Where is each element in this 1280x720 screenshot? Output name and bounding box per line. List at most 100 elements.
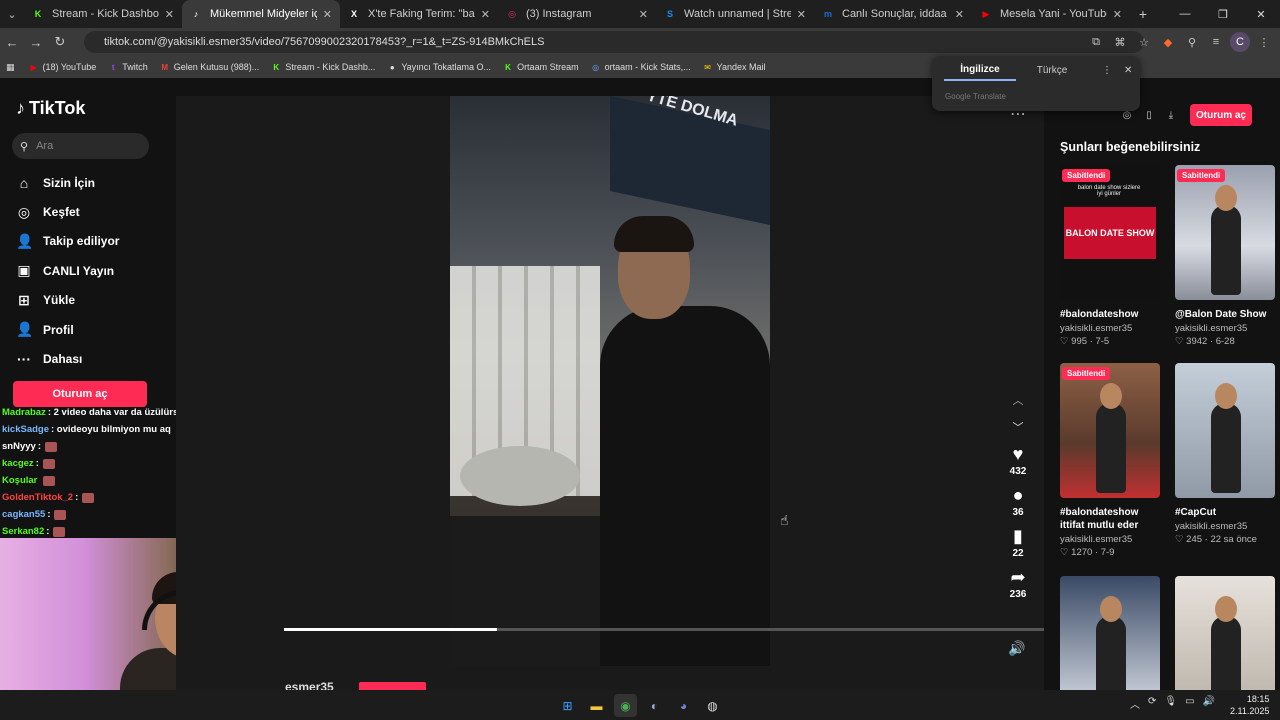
- speaker-icon[interactable]: 🔊: [1203, 696, 1215, 711]
- card-author[interactable]: yakisikli.esmer35: [1175, 521, 1275, 532]
- new-tab-button[interactable]: +: [1130, 6, 1156, 22]
- bookmark-item[interactable]: ▶ (18) YouTube: [29, 62, 96, 72]
- maximize-icon[interactable]: ❐: [1204, 0, 1242, 28]
- browser-tab[interactable]: X X'te Faking Terim: "baba dans e ✕: [340, 0, 498, 28]
- translate-icon[interactable]: ⌘: [1110, 32, 1130, 52]
- translate-tab-turkish[interactable]: Türkçe: [1016, 65, 1088, 76]
- thumbnail-head: [1215, 596, 1237, 622]
- browser-tab[interactable]: ◎ (3) Instagram ✕: [498, 0, 656, 28]
- nav-live[interactable]: ▣ CANLI Yayın: [16, 256, 119, 285]
- follow-button[interactable]: [359, 682, 426, 690]
- tab-close-icon[interactable]: ✕: [797, 8, 806, 21]
- video-thumbnail[interactable]: Sabitlendi: [1060, 363, 1160, 498]
- previous-video-icon[interactable]: ︿: [996, 386, 1040, 413]
- tiktok-logo[interactable]: ♪ TikTok: [16, 98, 85, 119]
- forward-icon[interactable]: →: [24, 35, 48, 50]
- reload-icon[interactable]: ↻: [48, 34, 72, 50]
- tab-search-chevron-icon[interactable]: ⌄: [0, 0, 24, 28]
- tab-favicon-icon: m: [823, 9, 832, 19]
- url-field[interactable]: tiktok.com/@yakisikli.esmer35/video/7567…: [84, 31, 1144, 53]
- nav-explore[interactable]: ◎ Keşfet: [16, 197, 119, 226]
- browser-tab[interactable]: K Stream - Kick Dashboard ✕: [24, 0, 182, 28]
- tab-close-icon[interactable]: ✕: [323, 8, 332, 21]
- nav-profile[interactable]: 👤 Profil: [16, 315, 119, 344]
- minimize-icon[interactable]: —: [1166, 0, 1204, 28]
- card-author[interactable]: yakisikli.esmer35: [1060, 323, 1160, 334]
- bookmark-favicon-icon: ✉: [704, 62, 711, 72]
- back-icon[interactable]: ←: [0, 35, 24, 50]
- recommended-video-card[interactable]: Sabitlendi @Balon Date Show yakisikli.esme…: [1175, 165, 1275, 347]
- browser-tab[interactable]: m Canlı Sonuçlar, iddaa sonuçları ✕: [814, 0, 972, 28]
- tab-close-icon[interactable]: ✕: [165, 8, 174, 21]
- video-player[interactable]: YTE DOLMA ⋯ ︿ ﹀ ♥ 432 ● 36 ▮ 22 ➦ 236 🔊 …: [176, 96, 1044, 694]
- card-meta: ♡ 1270 · 7-9: [1060, 547, 1115, 558]
- browser-menu-icon[interactable]: ⋮: [1254, 32, 1274, 52]
- nav-more[interactable]: ··· Dahası: [16, 344, 119, 373]
- tab-close-icon[interactable]: ✕: [955, 8, 964, 21]
- login-button-top[interactable]: Oturum aç: [1190, 104, 1252, 126]
- tab-close-icon[interactable]: ✕: [481, 8, 490, 21]
- chat-username: kacgez: [2, 458, 34, 469]
- card-author[interactable]: yakisikli.esmer35: [1060, 534, 1160, 545]
- nav-for-you[interactable]: ⌂ Sizin İçin: [16, 168, 119, 197]
- chrome-icon[interactable]: ◉: [614, 694, 637, 717]
- reading-list-icon[interactable]: ≡: [1206, 32, 1226, 52]
- start-icon[interactable]: ⊞: [556, 694, 579, 717]
- bookmark-item[interactable]: t Twitch: [108, 62, 148, 72]
- browser-tab[interactable]: ▶ Mesela Yani - YouTube ✕: [972, 0, 1130, 28]
- tab-close-icon[interactable]: ✕: [639, 8, 648, 21]
- recommended-video-card[interactable]: Sabitlendi #balondateshow ittifat mutlu e…: [1060, 363, 1160, 558]
- video-frame[interactable]: YTE DOLMA: [450, 96, 770, 666]
- tray-chevron-icon[interactable]: ︿: [1130, 696, 1140, 711]
- search-input[interactable]: ⚲ Ara: [12, 133, 149, 159]
- obs-icon[interactable]: ◍: [701, 694, 724, 717]
- steam-icon[interactable]: ◐: [643, 694, 666, 717]
- video-thumbnail[interactable]: [1175, 363, 1275, 498]
- next-video-icon[interactable]: ﹀: [996, 413, 1040, 440]
- tray-sync-icon[interactable]: ⟳: [1148, 696, 1156, 711]
- translate-more-icon[interactable]: ⋮: [1102, 65, 1112, 76]
- tab-label: X'te Faking Terim: "baba dans e: [368, 8, 475, 20]
- coins-icon[interactable]: ◎: [1120, 110, 1134, 121]
- extensions-puzzle-icon[interactable]: ⚲: [1182, 32, 1202, 52]
- video-thumbnail[interactable]: Sabitlendi: [1175, 165, 1275, 300]
- video-progress-bar[interactable]: [284, 628, 1044, 631]
- phone-icon[interactable]: ▯: [1142, 110, 1156, 121]
- share-action[interactable]: ➦ 236: [996, 567, 1040, 600]
- profile-avatar[interactable]: C: [1230, 32, 1250, 52]
- browser-tab[interactable]: S Watch unnamed | Streamable ✕: [656, 0, 814, 28]
- display-icon[interactable]: ▭: [1185, 696, 1194, 711]
- close-window-icon[interactable]: ✕: [1242, 0, 1280, 28]
- bookmark-item[interactable]: ● Yayıncı Tokatlama O...: [387, 62, 491, 72]
- translate-tab-english[interactable]: İngilizce: [944, 64, 1016, 81]
- cast-icon[interactable]: ⧉: [1086, 32, 1106, 52]
- tab-close-icon[interactable]: ✕: [1113, 8, 1122, 21]
- nav-following[interactable]: 👤 Takip ediliyor: [16, 227, 119, 256]
- download-icon[interactable]: ⤓: [1164, 110, 1178, 121]
- bookmark-item[interactable]: ◎ ortaam - Kick Stats,...: [591, 62, 691, 72]
- file-explorer-icon[interactable]: ▬: [585, 694, 608, 717]
- recommended-video-card[interactable]: balon date show sizlere iyi günler BALON …: [1060, 165, 1160, 347]
- extension-icon[interactable]: ◆: [1158, 32, 1178, 52]
- comment-action[interactable]: ● 36: [996, 485, 1040, 518]
- volume-icon[interactable]: 🔊: [1008, 640, 1025, 657]
- save-action[interactable]: ▮ 22: [996, 526, 1040, 559]
- bookmark-star-icon[interactable]: ☆: [1134, 32, 1154, 52]
- card-author[interactable]: yakisikli.esmer35: [1175, 323, 1275, 334]
- browser-tab[interactable]: ♪ Mükemmel Midyeler için He ✕: [182, 0, 340, 28]
- nav-upload[interactable]: ⊞ Yükle: [16, 286, 119, 315]
- apps-grid-icon[interactable]: ▦: [6, 62, 15, 73]
- video-thumbnail[interactable]: balon date show sizlere iyi günler BALON …: [1060, 165, 1160, 300]
- translate-close-icon[interactable]: ✕: [1124, 65, 1132, 76]
- bookmark-item[interactable]: K Stream - Kick Dashb...: [271, 62, 375, 72]
- recommended-video-card[interactable]: #CapCut yakisikli.esmer35 ♡ 245 · 22 sa ön…: [1175, 363, 1275, 545]
- taskbar-clock[interactable]: 18:15 2.11.2025: [1230, 693, 1269, 717]
- card-title: #balondateshow: [1060, 309, 1139, 320]
- discord-icon[interactable]: ◕: [672, 694, 695, 717]
- bookmark-item[interactable]: K Ortaam Stream: [503, 62, 578, 72]
- microphone-icon[interactable]: 🎙: [1164, 696, 1177, 711]
- bookmark-favicon-icon: ●: [389, 62, 395, 72]
- like-action[interactable]: ♥ 432: [996, 444, 1040, 477]
- bookmark-item[interactable]: M Gelen Kutusu (988)...: [160, 62, 259, 72]
- bookmark-item[interactable]: ✉ Yandex Mail: [703, 62, 765, 72]
